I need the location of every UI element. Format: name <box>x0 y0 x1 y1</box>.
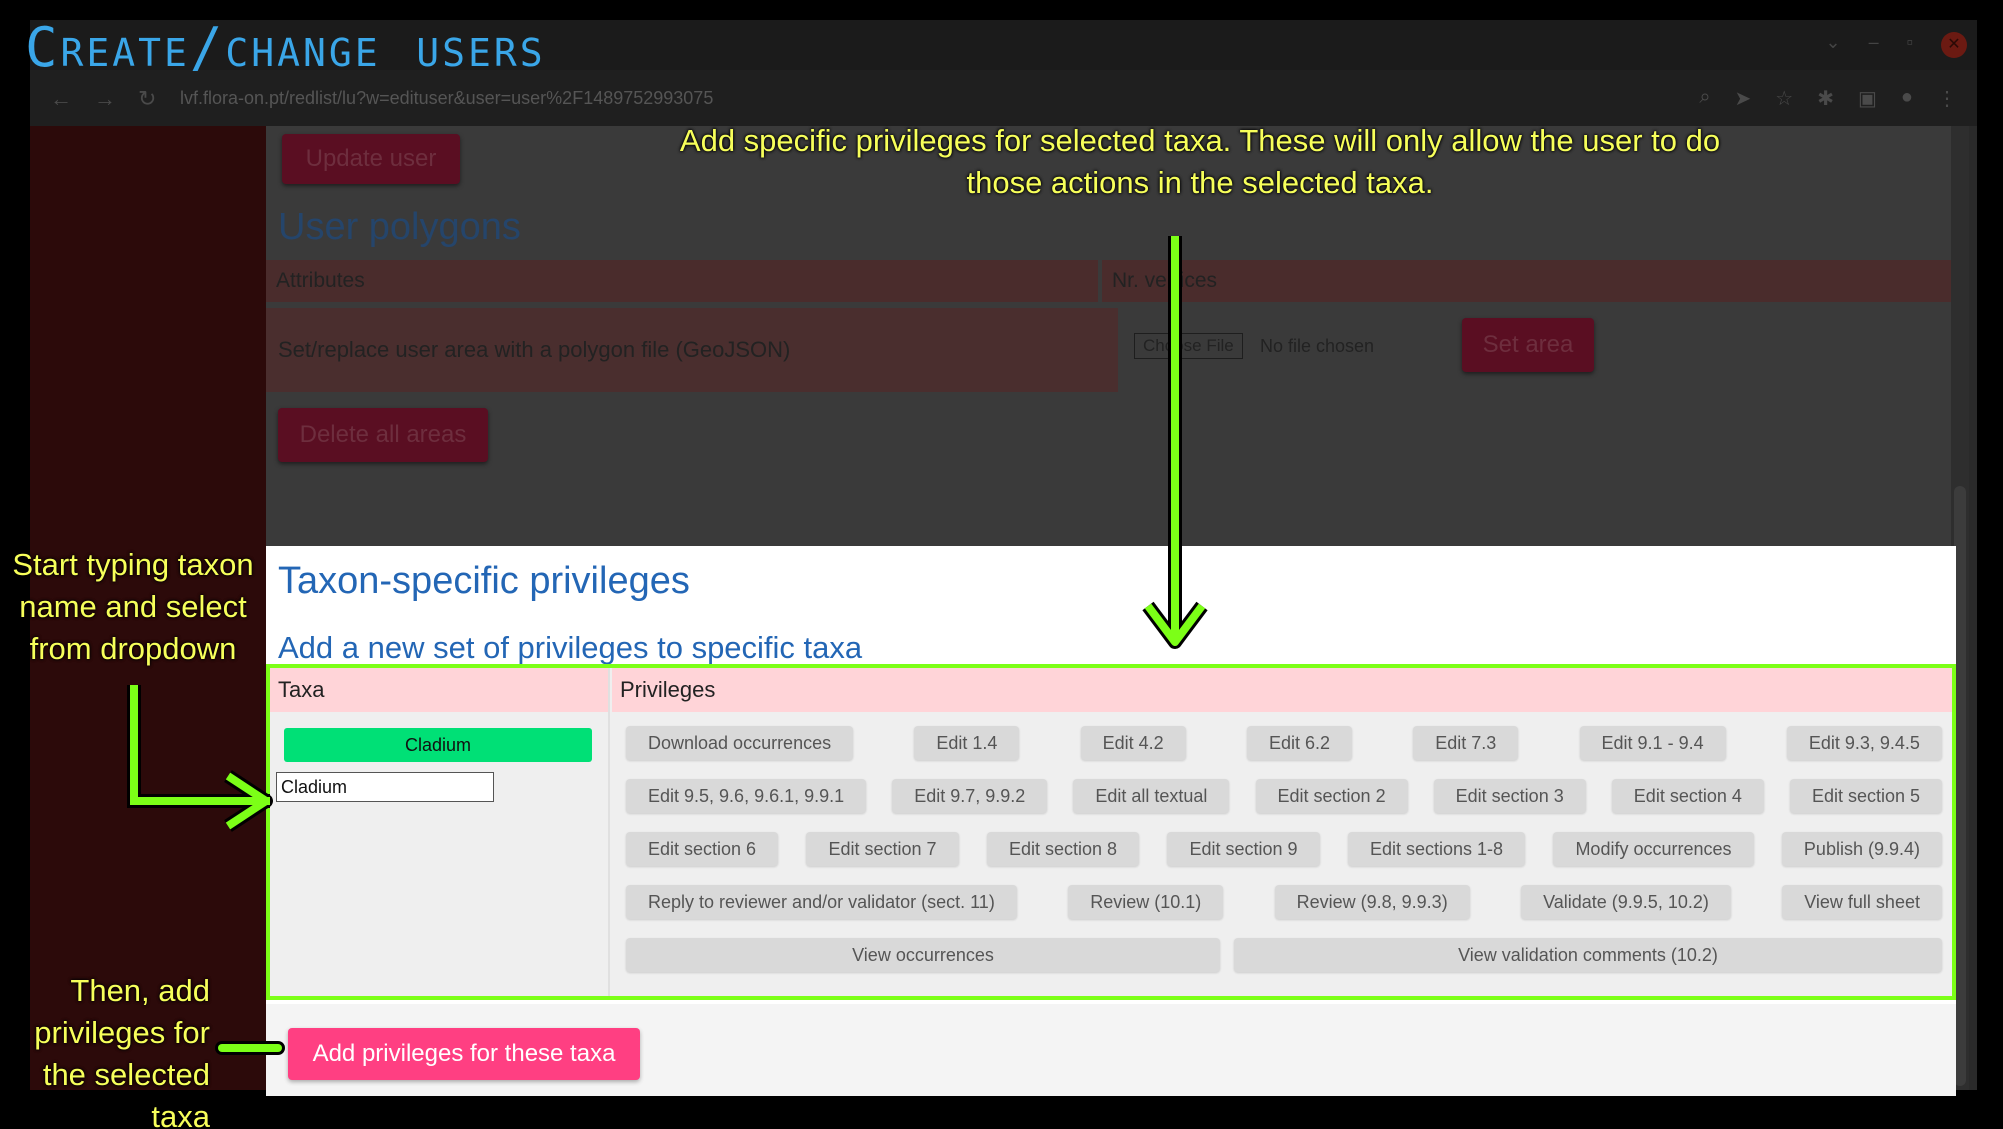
arrow-left <box>127 685 273 832</box>
annotation-arrows <box>127 236 1208 1055</box>
arrow-top <box>1142 236 1208 649</box>
